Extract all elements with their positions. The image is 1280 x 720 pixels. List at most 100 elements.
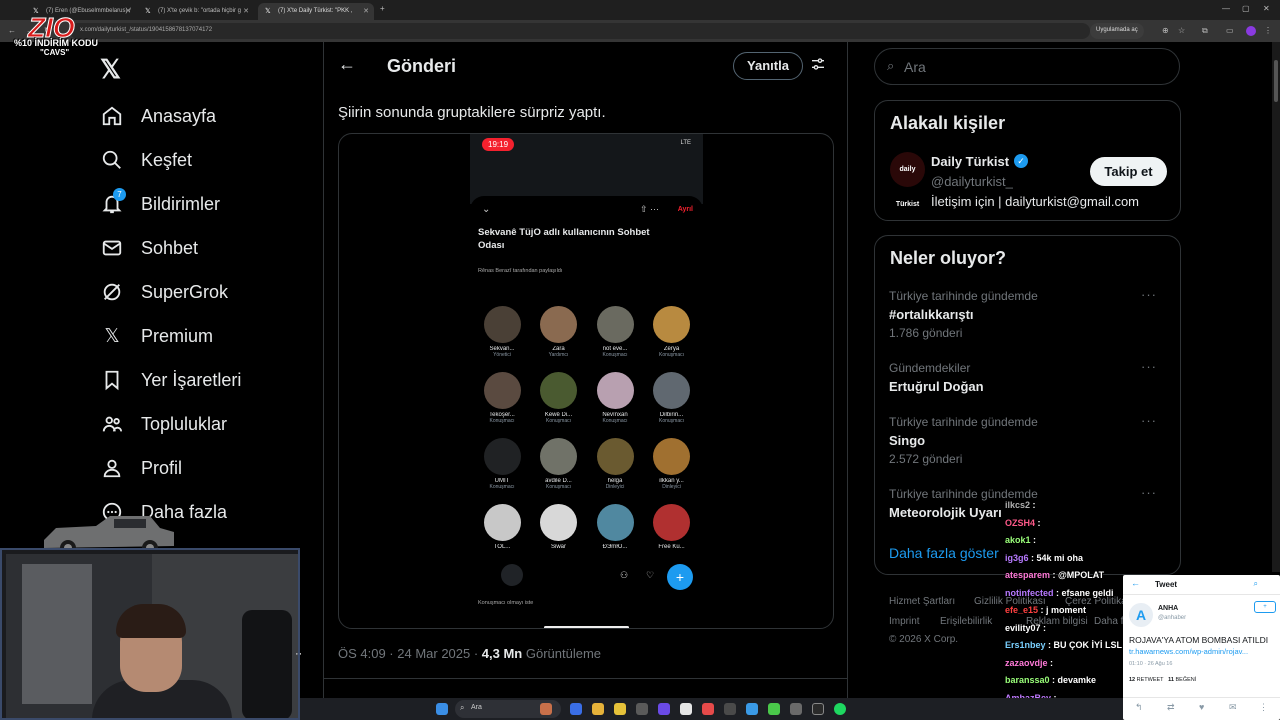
more-icon[interactable]: ··· bbox=[1141, 485, 1157, 500]
sidepanel-icon[interactable]: ▭ bbox=[1226, 26, 1234, 35]
extensions-icon[interactable]: ⧉ bbox=[1202, 26, 1208, 36]
filter-settings-icon[interactable] bbox=[810, 56, 826, 77]
maximize-icon[interactable]: ▢ bbox=[1242, 4, 1250, 13]
account-handle: @dailyturkist_ bbox=[931, 174, 1013, 189]
scrollbar[interactable] bbox=[1272, 42, 1280, 572]
nav-item-bookmarks[interactable]: Yer İşaretleri bbox=[100, 364, 241, 396]
chair-shape bbox=[242, 610, 292, 718]
search-icon: ⌕ bbox=[887, 58, 895, 73]
browser-tab-active[interactable]: 𝕏 (7) X'te Daily Türkist: "PKK , ✕ bbox=[258, 3, 374, 20]
search-icon: ⌕ bbox=[1253, 579, 1258, 588]
avatar bbox=[540, 438, 577, 475]
search-box[interactable]: ⌕ Ara bbox=[874, 48, 1180, 85]
mail-icon bbox=[100, 236, 124, 260]
account-name[interactable]: Daily Türkist bbox=[931, 154, 1009, 169]
nav-item-communities[interactable]: Topluluklar bbox=[100, 408, 227, 440]
app-icon[interactable] bbox=[724, 703, 736, 715]
follow-button[interactable]: Takip et bbox=[1090, 157, 1167, 186]
member-role: Konuşmacı bbox=[602, 418, 628, 424]
close-window-icon[interactable]: ✕ bbox=[1263, 4, 1270, 13]
edge-icon[interactable] bbox=[570, 703, 582, 715]
member-name: TOL... bbox=[493, 544, 511, 550]
chevron-down-icon: ⌄ bbox=[482, 204, 491, 215]
more-icon[interactable]: ··· bbox=[1141, 287, 1157, 302]
discord-icon[interactable] bbox=[658, 703, 670, 715]
open-in-app-button[interactable]: Uygulamada aç bbox=[1090, 23, 1144, 39]
nav-item-premium[interactable]: 𝕏 Premium bbox=[100, 320, 213, 352]
show-more-link[interactable]: Daha fazla göster bbox=[889, 545, 999, 561]
close-icon[interactable]: ✕ bbox=[125, 7, 131, 15]
chat-username: baranssa0 bbox=[1005, 675, 1050, 685]
nav-item-chat[interactable]: Sohbet bbox=[100, 232, 198, 264]
x-logo-icon[interactable]: 𝕏 bbox=[100, 54, 121, 85]
windows-taskbar: ⌕ Ara bbox=[300, 698, 1123, 720]
reply-button[interactable]: Yanıtla bbox=[733, 52, 803, 80]
more-icon: ⋮ bbox=[1259, 702, 1268, 712]
post-media[interactable]: 19:19 LTE ⌄ ⇧ ··· Ayrıl Sekvanê TüjO adl… bbox=[338, 133, 834, 629]
space-member: Zara Yardımcı bbox=[531, 306, 587, 358]
star-icon[interactable]: ☆ bbox=[1178, 26, 1185, 35]
nav-item-home[interactable]: Anasayfa bbox=[100, 100, 216, 132]
trend-item[interactable]: Türkiye tarihinde gündemde Singo 2.572 g… bbox=[889, 413, 1169, 466]
back-icon[interactable]: ← bbox=[8, 26, 16, 35]
footer-link[interactable]: Hizmet Şartları bbox=[889, 596, 955, 607]
obs-icon[interactable] bbox=[812, 703, 824, 715]
nav-item-explore[interactable]: Keşfet bbox=[100, 144, 192, 176]
more-icon[interactable]: ··· bbox=[1141, 359, 1157, 374]
space-member: Dilbirin... Konuşmacı bbox=[644, 372, 700, 424]
chrome-icon[interactable] bbox=[592, 703, 604, 715]
member-role: Konuşmacı bbox=[489, 418, 515, 424]
app-icon[interactable] bbox=[746, 703, 758, 715]
minimize-icon[interactable]: — bbox=[1222, 4, 1230, 13]
app-icon[interactable] bbox=[790, 703, 802, 715]
close-icon[interactable]: ✕ bbox=[363, 7, 369, 15]
new-tab-icon[interactable]: + bbox=[380, 4, 385, 13]
nav-item-supergrok[interactable]: SuperGrok bbox=[100, 276, 228, 308]
popup-handle: @anhaber bbox=[1158, 615, 1187, 621]
zoom-icon[interactable]: ⊕ bbox=[1162, 26, 1169, 35]
app-icon[interactable] bbox=[702, 703, 714, 715]
widget-icon[interactable] bbox=[540, 703, 552, 715]
close-icon[interactable]: ✕ bbox=[243, 7, 249, 15]
browser-tab[interactable]: 𝕏 (7) X'te çevik b: "ortada hiçbir g ✕ bbox=[138, 3, 254, 20]
more-icon[interactable]: ··· bbox=[1141, 413, 1157, 428]
heart-icon: ♥ bbox=[1199, 702, 1205, 712]
space-member: ĐЭmЮ... bbox=[587, 504, 643, 550]
menu-icon[interactable]: ⋮ bbox=[1264, 26, 1272, 35]
back-icon: ← bbox=[1131, 578, 1140, 588]
nav-item-profile[interactable]: Profil bbox=[100, 452, 182, 484]
x-favicon-icon: 𝕏 bbox=[145, 8, 151, 15]
plus-icon: + bbox=[667, 564, 693, 590]
folder-icon[interactable] bbox=[614, 703, 626, 715]
app-icon[interactable] bbox=[680, 703, 692, 715]
chat-text: @MPOLAT bbox=[1058, 570, 1105, 580]
windows-start-icon[interactable] bbox=[436, 703, 448, 715]
promo-text: %10 İNDİRİM KODU bbox=[14, 38, 99, 48]
url-field[interactable]: x.com/dailyturkist_/status/1904158678137… bbox=[70, 23, 1090, 39]
home-icon bbox=[100, 104, 124, 128]
avatar[interactable]: daily Türkist bbox=[890, 152, 925, 208]
room-title: Sekvanê TüjO adlı kullanıcının Sohbet Od… bbox=[478, 227, 650, 251]
retweet-icon: ⇄ bbox=[1167, 702, 1175, 712]
leave-label: Ayrıl bbox=[677, 206, 693, 213]
app-icon[interactable] bbox=[636, 703, 648, 715]
space-member: Zerya Konuşmacı bbox=[644, 306, 700, 358]
app-icon[interactable] bbox=[768, 703, 780, 715]
avatar bbox=[653, 504, 690, 541]
profile-avatar[interactable] bbox=[1246, 26, 1256, 36]
footer-link[interactable]: Erişilebilirlik bbox=[940, 616, 992, 627]
chat-username: ilkcs2 bbox=[1005, 500, 1031, 510]
scrollbar-thumb[interactable] bbox=[1274, 60, 1278, 102]
back-arrow-icon[interactable]: ← bbox=[338, 54, 356, 75]
chat-text: j moment bbox=[1046, 605, 1087, 615]
member-name: Siwar bbox=[550, 544, 566, 550]
communities-icon bbox=[100, 412, 124, 436]
trend-item[interactable]: Gündemdekiler Ertuğrul Doğan ··· bbox=[889, 359, 1169, 394]
search-icon bbox=[100, 148, 124, 172]
footer-link[interactable]: Imprint bbox=[889, 616, 920, 627]
member-role: Yönetici bbox=[493, 352, 511, 358]
space-member: Kewê Di... Konuşmacı bbox=[531, 372, 587, 424]
spotify-icon[interactable] bbox=[834, 703, 846, 715]
trend-item[interactable]: Türkiye tarihinde gündemde #ortalıkkarış… bbox=[889, 287, 1169, 340]
avatar bbox=[596, 372, 634, 409]
